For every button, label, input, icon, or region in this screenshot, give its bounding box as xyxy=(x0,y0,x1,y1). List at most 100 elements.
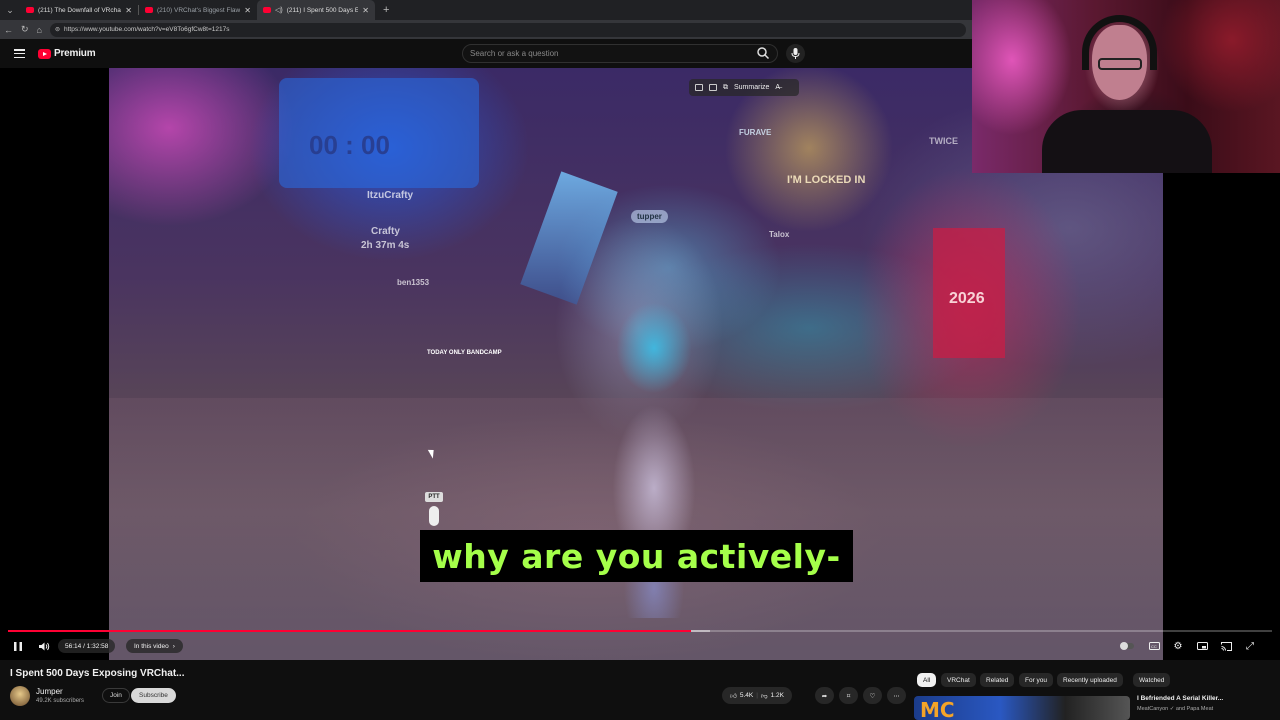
tab-title: (211) I Spent 500 Days Exposi xyxy=(286,6,359,14)
like-count[interactable]: 5.4K xyxy=(740,692,753,699)
progress-bar[interactable] xyxy=(8,630,1272,632)
close-icon[interactable]: ✕ xyxy=(244,6,251,15)
site-info-icon[interactable]: ⊜ xyxy=(55,26,60,33)
scene-label-ben: ben1353 xyxy=(397,278,430,287)
scene-label-talox: Talox xyxy=(769,230,790,239)
summarize-button[interactable]: Summarize xyxy=(734,84,769,91)
speaker-icon[interactable]: ◁) xyxy=(275,6,283,14)
ai-summary-bar[interactable]: ⧉ Summarize A̶ xyxy=(689,79,799,96)
chip-related[interactable]: Related xyxy=(980,673,1015,687)
scene-sign-time: 00 : 00 xyxy=(309,130,390,160)
share-icon[interactable]: ➦ xyxy=(815,687,834,704)
summarize-icon: ⧉ xyxy=(723,83,728,91)
like-dislike-group: 👍︎ 5.4K | 👎︎ 1.2K xyxy=(722,687,792,704)
progress-played xyxy=(8,630,691,632)
thumbnail-icon[interactable] xyxy=(695,84,703,91)
svg-text:CC: CC xyxy=(1151,644,1157,649)
volume-icon[interactable] xyxy=(36,636,52,656)
glasses xyxy=(1098,58,1142,70)
ptt-microphone-icon xyxy=(429,506,439,526)
like-icon[interactable]: 👍︎ xyxy=(730,692,737,700)
youtube-favicon-icon xyxy=(145,7,153,13)
scene-label-today: TODAY ONLY BANDCAMP xyxy=(427,350,502,356)
tab-search-icon[interactable]: ⌄ xyxy=(0,0,20,20)
dislike-icon[interactable]: 👎︎ xyxy=(761,692,768,700)
url-text: https://www.youtube.com/watch?v=eV8To6gf… xyxy=(63,26,230,33)
join-button[interactable]: Join xyxy=(102,688,130,703)
search-icon[interactable] xyxy=(756,46,770,60)
chip-watched[interactable]: Watched xyxy=(1133,673,1171,687)
browser-tab-strip: ⌄ (211) The Downfall of VRchat - Yo ✕ (2… xyxy=(0,0,972,20)
scene-crystal xyxy=(520,171,618,305)
recommended-channel[interactable]: MeatCanyon ✓ and Papa Meat xyxy=(1137,706,1213,712)
menu-icon[interactable] xyxy=(14,49,25,58)
thanks-icon[interactable]: ♡ xyxy=(863,687,882,704)
chapter-button[interactable]: In this video › xyxy=(126,639,183,653)
browser-tab-1[interactable]: (211) The Downfall of VRchat - Yo ✕ xyxy=(20,0,138,20)
scene-label-itzucrafty: ItzuCrafty xyxy=(367,190,414,201)
scene-label-furave: FURAVE xyxy=(739,128,772,137)
player-controls: 56:14 / 1:32:58 In this video › CC ⚙ ⤢ xyxy=(0,636,1280,656)
chip-for-you[interactable]: For you xyxy=(1019,673,1054,687)
microphone-icon[interactable] xyxy=(786,44,805,63)
search-placeholder: Search or ask a question xyxy=(470,49,559,58)
chip-vrchat[interactable]: VRChat xyxy=(941,673,976,687)
logo-text: Premium xyxy=(54,48,96,59)
chip-recently-uploaded[interactable]: Recently uploaded xyxy=(1057,673,1123,687)
new-tab-icon[interactable]: + xyxy=(375,4,397,16)
more-actions-icon[interactable]: ⋯ xyxy=(887,687,906,704)
save-bookmark-icon[interactable]: ⌑ xyxy=(839,687,858,704)
channel-name[interactable]: Jumper xyxy=(36,687,63,696)
scene-label-locked: I'M LOCKED IN xyxy=(787,174,866,186)
time-display: 56:14 / 1:32:58 xyxy=(58,639,116,653)
streamer-shirt xyxy=(1042,110,1212,173)
scene-label-twice: TWICE xyxy=(929,136,958,146)
thumbnail-text: MC xyxy=(920,698,955,720)
home-icon[interactable]: ⌂ xyxy=(37,25,42,35)
scene-label-tupper: tupper xyxy=(631,210,668,223)
webcam-overlay xyxy=(972,0,1280,173)
scene-label-crafty: Crafty xyxy=(371,226,400,237)
youtube-play-icon xyxy=(38,48,51,59)
address-bar-row: ← ↻ ⌂ ⊜ https://www.youtube.com/watch?v=… xyxy=(0,20,972,39)
autoplay-toggle[interactable] xyxy=(1119,636,1135,656)
scene-label-timer: 2h 37m 4s xyxy=(361,240,410,251)
screenshot-icon[interactable] xyxy=(709,84,717,91)
back-icon[interactable]: ← xyxy=(4,25,13,35)
fullscreen-icon[interactable]: ⤢ xyxy=(1242,636,1258,656)
video-caption: why are you actively- xyxy=(420,530,853,582)
browser-tab-2[interactable]: (210) VRChat's Biggest Flaw - You ✕ xyxy=(139,0,257,20)
chip-all[interactable]: All xyxy=(917,673,937,687)
chevron-right-icon: › xyxy=(172,642,175,650)
reload-icon[interactable]: ↻ xyxy=(21,24,29,35)
caption-text: why are you actively- xyxy=(432,536,841,576)
youtube-favicon-icon xyxy=(26,7,34,13)
translate-icon[interactable]: A̶ xyxy=(775,84,780,91)
close-icon[interactable]: ✕ xyxy=(362,6,369,15)
ptt-label: PTT xyxy=(425,492,443,502)
settings-gear-icon[interactable]: ⚙ xyxy=(1170,636,1186,656)
captions-icon[interactable]: CC xyxy=(1146,636,1162,656)
browser-tab-3[interactable]: ◁) (211) I Spent 500 Days Exposi ✕ xyxy=(257,0,375,20)
tab-title: (211) The Downfall of VRchat - Yo xyxy=(38,6,122,14)
cast-icon[interactable] xyxy=(1218,636,1234,656)
youtube-logo[interactable]: Premium xyxy=(38,48,96,59)
url-field[interactable]: ⊜ https://www.youtube.com/watch?v=eV8To6… xyxy=(49,22,966,37)
channel-avatar[interactable] xyxy=(10,686,30,706)
search-input[interactable]: Search or ask a question xyxy=(462,44,778,63)
video-info-section: I Spent 500 Days Exposing VRChat... Jump… xyxy=(0,660,1280,720)
recommended-title[interactable]: I Befriended A Serial Killer... xyxy=(1137,695,1223,702)
subscribe-button[interactable]: Subscribe xyxy=(131,688,176,703)
video-title: I Spent 500 Days Exposing VRChat... xyxy=(10,668,185,679)
chapter-label: In this video xyxy=(134,642,169,650)
dislike-count[interactable]: 1.2K xyxy=(771,692,784,699)
close-icon[interactable]: ✕ xyxy=(125,6,132,15)
scene-label-year: 2026 xyxy=(949,290,985,307)
subscriber-count: 49.2K subscribers xyxy=(36,698,85,704)
like-divider: | xyxy=(756,692,758,699)
miniplayer-icon[interactable] xyxy=(1194,636,1210,656)
youtube-favicon-icon xyxy=(263,7,271,13)
recommended-thumbnail[interactable]: MC xyxy=(914,696,1130,720)
pause-icon[interactable] xyxy=(10,636,26,656)
tab-title: (210) VRChat's Biggest Flaw - You xyxy=(157,6,241,14)
